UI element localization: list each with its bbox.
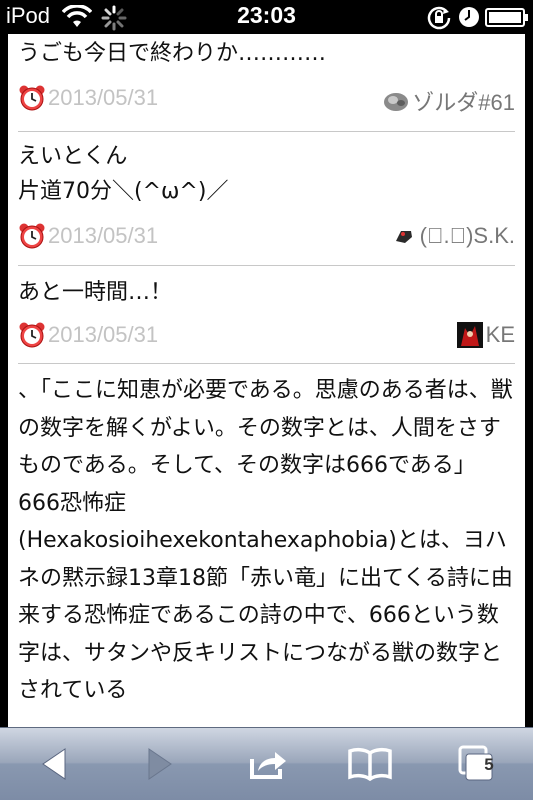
clock-icon [459, 7, 479, 27]
alarm-clock-icon [19, 223, 45, 249]
clock: 23:03 [237, 2, 296, 28]
avatar [456, 322, 483, 348]
back-arrow-icon [42, 748, 66, 780]
alarm-clock-icon [19, 322, 45, 348]
forward-button[interactable] [130, 740, 190, 788]
author-name: (ﾟ.ﾟ)S.K. [419, 223, 515, 248]
avatar [395, 231, 412, 243]
author-name: ゾルダ#61 [412, 90, 515, 115]
bookmarks-button[interactable] [340, 740, 400, 788]
post-meta: 2013/05/31 (ﾟ.ﾟ)S.K. [18, 217, 515, 257]
battery-icon [485, 8, 528, 27]
status-bar: iPod 23:03 [0, 0, 533, 34]
content-area[interactable]: うごも今日で終わりか………… 2013/05/31 ゾルダ#61 えいとくん 片… [0, 34, 533, 727]
post-text: あと一時間…！ [18, 280, 173, 305]
author-name: KE [485, 322, 515, 347]
rotation-lock-icon [427, 6, 451, 30]
browser-toolbar: 5 [0, 727, 533, 800]
post-date: 2013/05/31 [48, 322, 159, 347]
post-author[interactable]: KE [456, 322, 515, 348]
post-date: 2013/05/31 [48, 85, 159, 110]
post-author[interactable]: ゾルダ#61 [383, 85, 515, 117]
avatar [384, 93, 409, 111]
post-item[interactable]: 、「ここに知恵が必要である。思慮のある者は、獣の数字を解くがよい。その数字とは、… [18, 372, 515, 710]
post-meta: 2013/05/31 KE [18, 316, 515, 356]
post-text: 、「ここに知恵が必要である。思慮のある者は、獣の数字を解くがよい。その数字とは、… [18, 378, 513, 703]
post-text: うごも今日で終わりか………… [18, 41, 327, 66]
post-item[interactable]: えいとくん 片道70分＼(^ω^)／ 2013/05/31 (ﾟ.ﾟ)S.K. [18, 134, 515, 266]
back-button[interactable] [24, 740, 84, 788]
post-author[interactable]: (ﾟ.ﾟ)S.K. [391, 223, 515, 249]
post-item[interactable]: あと一時間…！ 2013/05/31 KE [18, 268, 515, 364]
share-button[interactable] [238, 740, 298, 788]
book-icon [348, 747, 392, 781]
tabs-button[interactable]: 5 [446, 740, 506, 788]
alarm-clock-icon [19, 85, 45, 111]
post-list: うごも今日で終わりか………… 2013/05/31 ゾルダ#61 えいとくん 片… [8, 34, 525, 727]
post-meta: 2013/05/31 ゾルダ#61 [18, 79, 515, 119]
post-text: えいとくん 片道70分＼(^ω^)／ [18, 144, 229, 204]
post-item[interactable]: うごも今日で終わりか………… 2013/05/31 ゾルダ#61 [18, 36, 515, 132]
forward-arrow-icon [148, 748, 172, 780]
tabs-count: 5 [484, 755, 494, 774]
share-icon [250, 752, 286, 779]
post-date: 2013/05/31 [48, 223, 159, 248]
